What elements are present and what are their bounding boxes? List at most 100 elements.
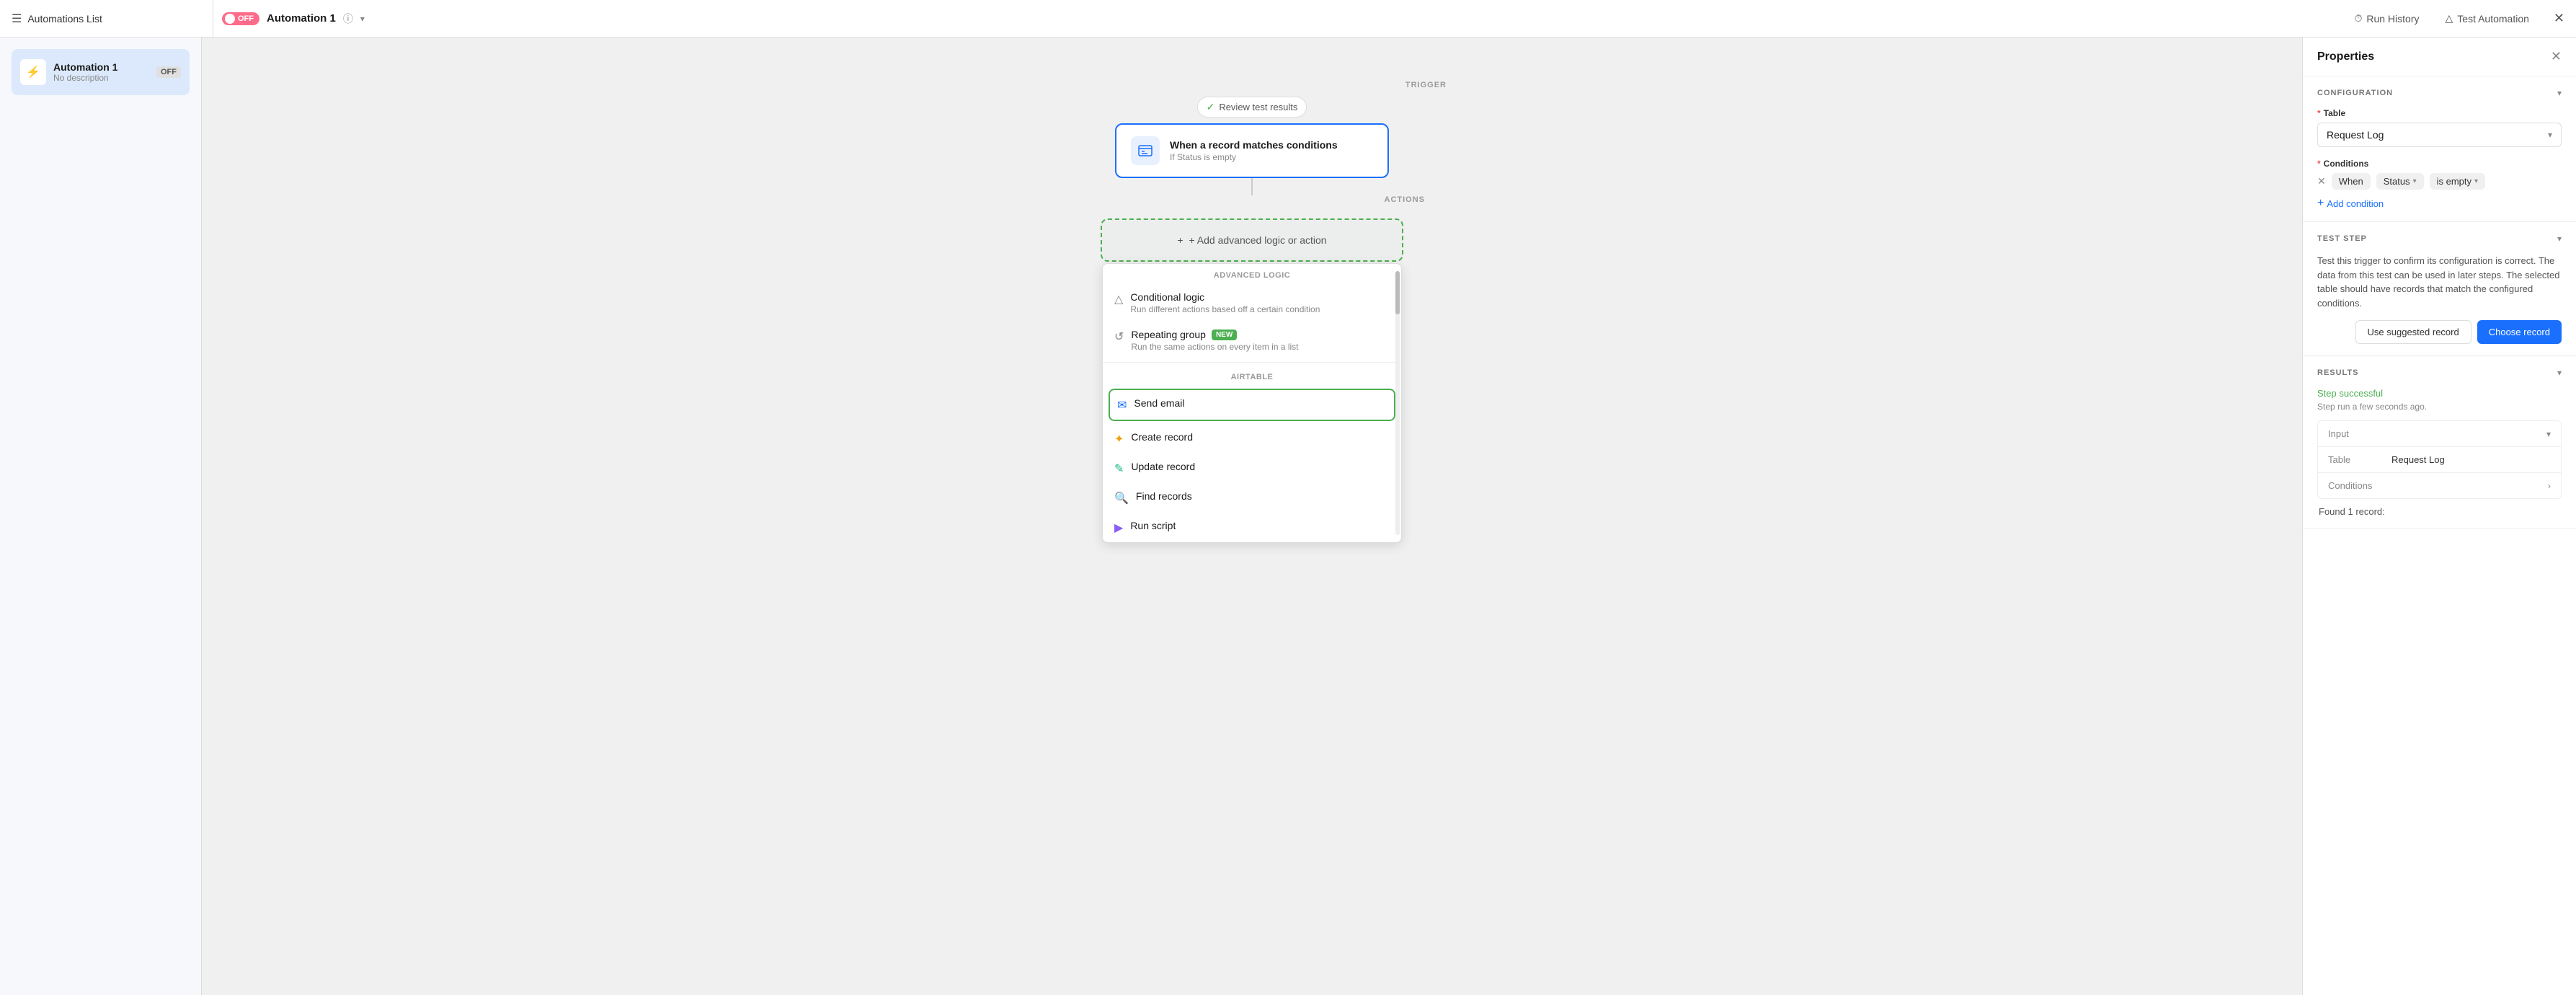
sidebar-automation-badge: OFF — [156, 66, 181, 78]
sidebar-automation-info: Automation 1 No description — [53, 61, 149, 83]
test-step-header: TEST STEP ▾ — [2317, 234, 2562, 244]
test-automation-button[interactable]: △ Test Automation — [2438, 8, 2536, 29]
conditions-row: ✕ When Status ▾ is empty ▾ — [2317, 173, 2562, 190]
create-record-title: Create record — [1131, 431, 1193, 443]
field-chip-arrow: ▾ — [2413, 177, 2417, 185]
create-record-item[interactable]: ✦ Create record — [1103, 424, 1401, 454]
canvas: TRIGGER ✓ Review test results — [202, 37, 2302, 995]
config-section-header: CONFIGURATION ▾ — [2317, 88, 2562, 98]
properties-header: Properties ✕ — [2303, 37, 2576, 76]
conditional-logic-content: Conditional logic Run different actions … — [1130, 291, 1320, 314]
create-record-content: Create record — [1131, 431, 1193, 443]
run-history-button[interactable]: ⏱ Run History — [2347, 8, 2426, 29]
sidebar-automation-desc: No description — [53, 73, 149, 83]
automation-name[interactable]: Automation 1 — [267, 12, 336, 25]
close-icon[interactable]: ✕ — [2554, 11, 2564, 26]
run-script-item[interactable]: ▶ Run script — [1103, 513, 1401, 542]
automation-toggle[interactable]: OFF — [222, 12, 259, 25]
update-record-item[interactable]: ✎ Update record — [1103, 454, 1401, 483]
canvas-content: TRIGGER ✓ Review test results — [1036, 81, 1468, 262]
properties-close-icon[interactable]: ✕ — [2551, 49, 2562, 64]
send-email-title: Send email — [1134, 397, 1184, 409]
trigger-box[interactable]: When a record matches conditions If Stat… — [1115, 123, 1389, 178]
input-row[interactable]: Input ▾ — [2318, 421, 2561, 446]
test-step-chevron[interactable]: ▾ — [2557, 234, 2562, 244]
conditional-logic-item[interactable]: △ Conditional logic Run different action… — [1103, 284, 1401, 322]
config-section-title: CONFIGURATION — [2317, 89, 2393, 97]
review-badge-label: Review test results — [1219, 102, 1297, 112]
use-suggested-record-button[interactable]: Use suggested record — [2355, 320, 2471, 344]
condition-when-chip[interactable]: When — [2332, 173, 2371, 190]
scrollbar-thumb — [1395, 271, 1400, 314]
sidebar-automation-card[interactable]: ⚡ Automation 1 No description OFF — [12, 49, 190, 95]
update-record-title: Update record — [1131, 461, 1195, 472]
topbar-center: OFF Automation 1 ⓘ ▾ — [222, 12, 2338, 26]
configuration-section: CONFIGURATION ▾ * Table Request Log ▾ * … — [2303, 76, 2576, 222]
toggle-circle — [225, 14, 235, 24]
test-step-title: TEST STEP — [2317, 234, 2367, 243]
table-field-label: * Table — [2317, 108, 2562, 118]
test-automation-label: Test Automation — [2457, 13, 2529, 25]
op-chip-arrow: ▾ — [2474, 177, 2478, 185]
condition-remove-icon[interactable]: ✕ — [2317, 175, 2326, 187]
review-test-results-badge[interactable]: ✓ Review test results — [1197, 97, 1307, 118]
results-chevron[interactable]: ▾ — [2557, 368, 2562, 378]
find-records-content: Find records — [1136, 490, 1192, 502]
condition-op-chip[interactable]: is empty ▾ — [2430, 173, 2485, 190]
table-key: Table — [2328, 454, 2386, 465]
send-email-content: Send email — [1134, 397, 1184, 409]
add-condition-plus-icon: + — [2317, 197, 2324, 210]
trigger-title: When a record matches conditions — [1170, 139, 1338, 151]
conditions-chevron: › — [2548, 481, 2551, 491]
repeating-group-desc: Run the same actions on every item in a … — [1131, 342, 1298, 352]
sidebar-automation-icon: ⚡ — [20, 59, 46, 85]
add-condition-button[interactable]: + Add condition — [2317, 197, 2384, 210]
found-record-text: Found 1 record: — [2317, 506, 2562, 517]
table-select-chevron: ▾ — [2548, 130, 2552, 140]
automations-list-link[interactable]: Automations List — [27, 13, 102, 25]
sidebar-automation-title: Automation 1 — [53, 61, 149, 73]
hamburger-icon[interactable]: ☰ — [12, 12, 22, 26]
update-record-content: Update record — [1131, 461, 1195, 472]
run-script-content: Run script — [1130, 520, 1176, 531]
add-action-label: + Add advanced logic or action — [1189, 234, 1327, 246]
actions-label-row: ACTIONS — [1036, 195, 1468, 211]
find-records-item[interactable]: 🔍 Find records — [1103, 483, 1401, 513]
repeating-group-item[interactable]: ↺ Repeating group NEW Run the same actio… — [1103, 322, 1401, 359]
send-email-item[interactable]: ✉ Send email — [1109, 389, 1395, 421]
table-result-val: Request Log — [2391, 454, 2445, 465]
automation-name-chevron[interactable]: ▾ — [360, 14, 365, 24]
add-action-box[interactable]: + + Add advanced logic or action Advance… — [1101, 218, 1403, 262]
conditions-result-row[interactable]: Conditions › — [2318, 472, 2561, 498]
trigger-section: TRIGGER ✓ Review test results — [1036, 81, 1468, 178]
info-icon[interactable]: ⓘ — [343, 12, 353, 26]
table-select[interactable]: Request Log ▾ — [2317, 123, 2562, 147]
condition-op-label: is empty — [2437, 176, 2471, 187]
repeating-group-icon: ↺ — [1114, 330, 1124, 344]
add-icon: + — [1177, 234, 1183, 246]
advanced-logic-section-label: Advanced Logic — [1103, 264, 1401, 284]
scrollbar-track[interactable] — [1395, 271, 1400, 535]
table-select-value: Request Log — [2327, 129, 2384, 141]
run-script-icon: ▶ — [1114, 521, 1123, 535]
topbar: ☰ Automations List OFF Automation 1 ⓘ ▾ … — [0, 0, 2576, 37]
results-section: RESULTS ▾ Step successful Step run a few… — [2303, 356, 2576, 529]
run-history-icon: ⏱ — [2354, 12, 2362, 25]
conditional-logic-icon: △ — [1114, 292, 1123, 306]
input-chevron: ▾ — [2546, 429, 2551, 439]
trigger-content: When a record matches conditions If Stat… — [1170, 139, 1338, 162]
conditional-logic-title: Conditional logic — [1130, 291, 1320, 303]
trigger-icon — [1131, 136, 1160, 165]
trigger-section-label: TRIGGER — [1405, 81, 1447, 89]
actions-section-label: ACTIONS — [1385, 195, 1426, 204]
results-card: Input ▾ Table Request Log Conditions › — [2317, 420, 2562, 499]
dropdown-menu: Advanced Logic △ Conditional logic Run d… — [1102, 263, 1402, 543]
update-record-icon: ✎ — [1114, 461, 1124, 476]
config-section-chevron[interactable]: ▾ — [2557, 88, 2562, 98]
choose-record-button[interactable]: Choose record — [2477, 320, 2562, 344]
test-step-section: TEST STEP ▾ Test this trigger to confirm… — [2303, 222, 2576, 356]
condition-field-chip[interactable]: Status ▾ — [2376, 173, 2424, 190]
results-title: RESULTS — [2317, 368, 2359, 377]
topbar-right: ⏱ Run History △ Test Automation ✕ — [2347, 8, 2564, 29]
results-time: Step run a few seconds ago. — [2317, 402, 2562, 412]
